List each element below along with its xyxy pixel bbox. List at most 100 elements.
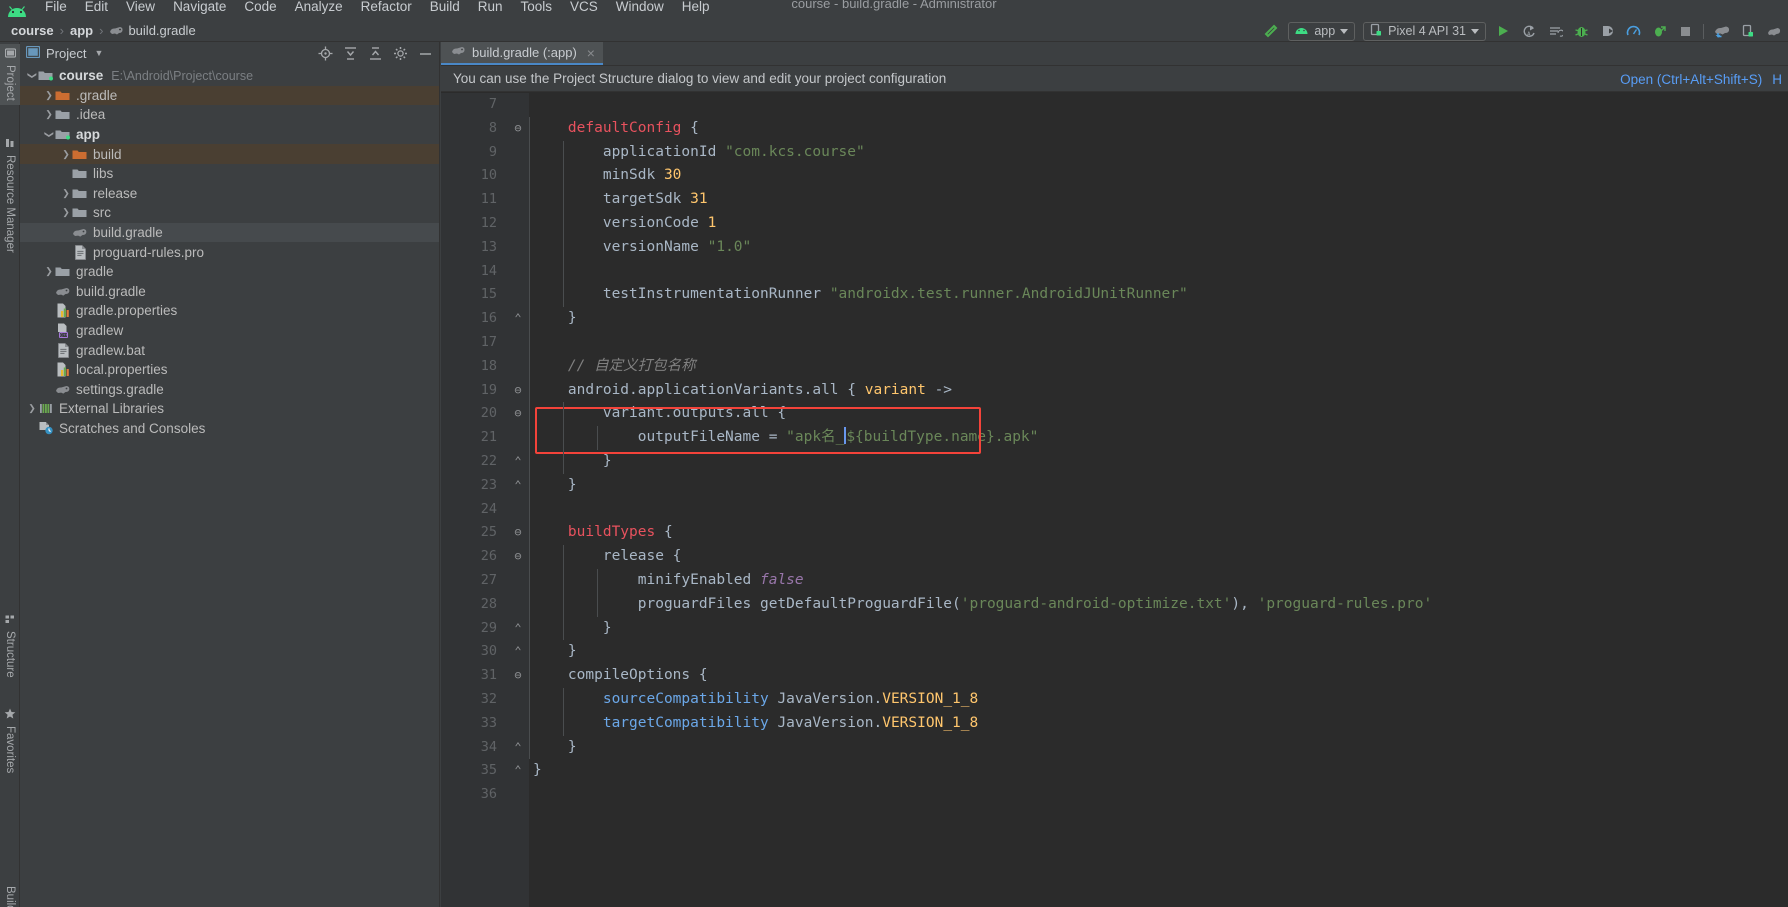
close-icon[interactable]: ×	[587, 45, 595, 61]
tree-node-gradle[interactable]: ❯ .gradle	[20, 85, 439, 106]
code-line[interactable]: 29 ⌃ }	[441, 617, 1788, 641]
tool-button-project[interactable]: Project	[0, 44, 20, 105]
code-line[interactable]: 18 // 自定义打包名称	[441, 355, 1788, 379]
menu-edit[interactable]: Edit	[76, 0, 117, 17]
code-line[interactable]: 21 outputFileName = "apk名_ ${buildType.na…	[441, 426, 1788, 450]
minimize-icon[interactable]	[413, 43, 437, 63]
sdk-manager-button[interactable]	[1762, 21, 1786, 42]
breadcrumb-app[interactable]: app	[67, 23, 96, 38]
open-project-structure-link[interactable]: Open (Ctrl+Alt+Shift+S)	[1620, 72, 1762, 87]
fold-collapse-icon[interactable]: ⊖	[507, 521, 529, 545]
fold-end-icon[interactable]: ⌃	[507, 617, 529, 641]
apply-changes-button[interactable]: A	[1517, 21, 1541, 42]
apply-code-changes-button[interactable]	[1543, 21, 1567, 42]
code-line[interactable]: 26 ⊖ release {	[441, 545, 1788, 569]
menu-view[interactable]: View	[117, 0, 164, 17]
tree-node-build-gradle[interactable]: build.gradle	[20, 222, 439, 243]
code-line[interactable]: 24	[441, 498, 1788, 522]
code-line[interactable]: 33 targetCompatibility JavaVersion.VERSI…	[441, 712, 1788, 736]
tree-node-external-libraries[interactable]: ❯ External Libraries	[20, 399, 439, 419]
hide-notification-link[interactable]: H	[1772, 72, 1782, 87]
code-line[interactable]: 23 ⌃ }	[441, 474, 1788, 498]
code-line[interactable]: 15 testInstrumentationRunner "androidx.t…	[441, 283, 1788, 307]
code-line[interactable]: 17	[441, 331, 1788, 355]
chevron-right-icon[interactable]: ❯	[43, 90, 55, 100]
collapse-all-button[interactable]	[363, 43, 387, 63]
chevron-right-icon[interactable]: ❯	[43, 110, 55, 119]
tree-node-build[interactable]: ❯ build	[20, 144, 439, 164]
menu-tools[interactable]: Tools	[512, 0, 562, 17]
menu-file[interactable]: File	[36, 0, 76, 17]
module-selector[interactable]: app	[1288, 21, 1356, 41]
code-editor[interactable]: 7 8 ⊖ defaultConfig {9 applicationId "com.…	[441, 93, 1788, 907]
menu-code[interactable]: Code	[235, 0, 285, 17]
build-hammer-icon[interactable]	[1259, 21, 1283, 42]
menu-analyze[interactable]: Analyze	[286, 0, 352, 17]
code-line[interactable]: 22 ⌃ }	[441, 450, 1788, 474]
code-line[interactable]: 34 ⌃ }	[441, 736, 1788, 760]
chevron-down-icon[interactable]: ❯	[28, 70, 38, 82]
select-opened-file-button[interactable]	[313, 43, 337, 63]
code-line[interactable]: 32 sourceCompatibility JavaVersion.VERSI…	[441, 688, 1788, 712]
tree-node-gradlew[interactable]: C++ gradlew	[20, 321, 439, 341]
tree-node-libs[interactable]: libs	[20, 164, 439, 184]
menu-build[interactable]: Build	[421, 0, 469, 17]
code-line[interactable]: 20 ⊖ variant.outputs.all {	[441, 402, 1788, 426]
chevron-down-icon[interactable]: ❯	[45, 129, 55, 141]
breadcrumb-build-gradle[interactable]: build.gradle	[106, 23, 198, 38]
device-selector[interactable]: Pixel 4 API 31	[1363, 21, 1486, 41]
fold-collapse-icon[interactable]: ⊖	[507, 117, 529, 141]
menu-navigate[interactable]: Navigate	[164, 0, 235, 17]
menu-window[interactable]: Window	[607, 0, 673, 17]
menu-help[interactable]: Help	[673, 0, 719, 17]
code-line[interactable]: 11 targetSdk 31	[441, 188, 1788, 212]
tree-node-gradle[interactable]: ❯ gradle	[20, 262, 439, 282]
code-line[interactable]: 14	[441, 260, 1788, 284]
tree-node-build-gradle[interactable]: build.gradle	[20, 282, 439, 302]
tree-node-local-properties[interactable]: local.properties	[20, 360, 439, 380]
run-button[interactable]	[1491, 21, 1515, 42]
run-with-coverage-button[interactable]	[1647, 21, 1671, 42]
chevron-right-icon[interactable]: ❯	[26, 404, 38, 413]
code-line[interactable]: 19 ⊖ android.applicationVariants.all { va…	[441, 379, 1788, 403]
tree-node-proguard-rules-pro[interactable]: proguard-rules.pro	[20, 242, 439, 262]
chevron-right-icon[interactable]: ❯	[43, 267, 55, 276]
stop-button[interactable]	[1673, 21, 1697, 42]
code-line[interactable]: 28 proguardFiles getDefaultProguardFile(…	[441, 593, 1788, 617]
code-line[interactable]: 9 applicationId "com.kcs.course"	[441, 141, 1788, 165]
code-line[interactable]: 8 ⊖ defaultConfig {	[441, 117, 1788, 141]
menu-run[interactable]: Run	[469, 0, 512, 17]
chevron-right-icon[interactable]: ❯	[60, 208, 72, 217]
sync-gradle-button[interactable]	[1710, 21, 1734, 42]
menu-vcs[interactable]: VCS	[561, 0, 607, 17]
tool-button-resource-manager[interactable]: Resource Manager	[0, 134, 20, 257]
code-line[interactable]: 7	[441, 93, 1788, 117]
breadcrumb-course[interactable]: course	[8, 23, 57, 38]
tree-node-settings-gradle[interactable]: settings.gradle	[20, 380, 439, 400]
code-line[interactable]: 13 versionName "1.0"	[441, 236, 1788, 260]
chevron-right-icon[interactable]: ❯	[60, 188, 72, 198]
fold-end-icon[interactable]: ⌃	[507, 736, 529, 760]
fold-end-icon[interactable]: ⌃	[507, 474, 529, 498]
code-line[interactable]: 25 ⊖ buildTypes {	[441, 521, 1788, 545]
fold-collapse-icon[interactable]: ⊖	[507, 545, 529, 569]
fold-collapse-icon[interactable]: ⊖	[507, 402, 529, 426]
code-line[interactable]: 10 minSdk 30	[441, 164, 1788, 188]
tree-node-release[interactable]: ❯ release	[20, 184, 439, 204]
fold-end-icon[interactable]: ⌃	[507, 450, 529, 474]
tree-node-app[interactable]: ❯ app	[20, 125, 439, 145]
expand-all-button[interactable]	[338, 43, 362, 63]
code-line[interactable]: 36	[441, 783, 1788, 807]
tree-node-course[interactable]: ❯ course E:\Android\Project\course	[20, 66, 439, 86]
project-file-tree[interactable]: ❯ course E:\Android\Project\course ❯ .gradle…	[20, 66, 439, 907]
tree-node-gradle-properties[interactable]: gradle.properties	[20, 301, 439, 321]
code-line[interactable]: 12 versionCode 1	[441, 212, 1788, 236]
menu-refactor[interactable]: Refactor	[352, 0, 421, 17]
profiler-button[interactable]	[1621, 21, 1645, 42]
tool-button-favorites[interactable]: Favorites	[0, 704, 20, 777]
fold-collapse-icon[interactable]: ⊖	[507, 379, 529, 403]
chevron-right-icon[interactable]: ❯	[60, 149, 72, 159]
code-line[interactable]: 16 ⌃ }	[441, 307, 1788, 331]
fold-collapse-icon[interactable]: ⊖	[507, 664, 529, 688]
debug-button[interactable]	[1569, 21, 1593, 42]
